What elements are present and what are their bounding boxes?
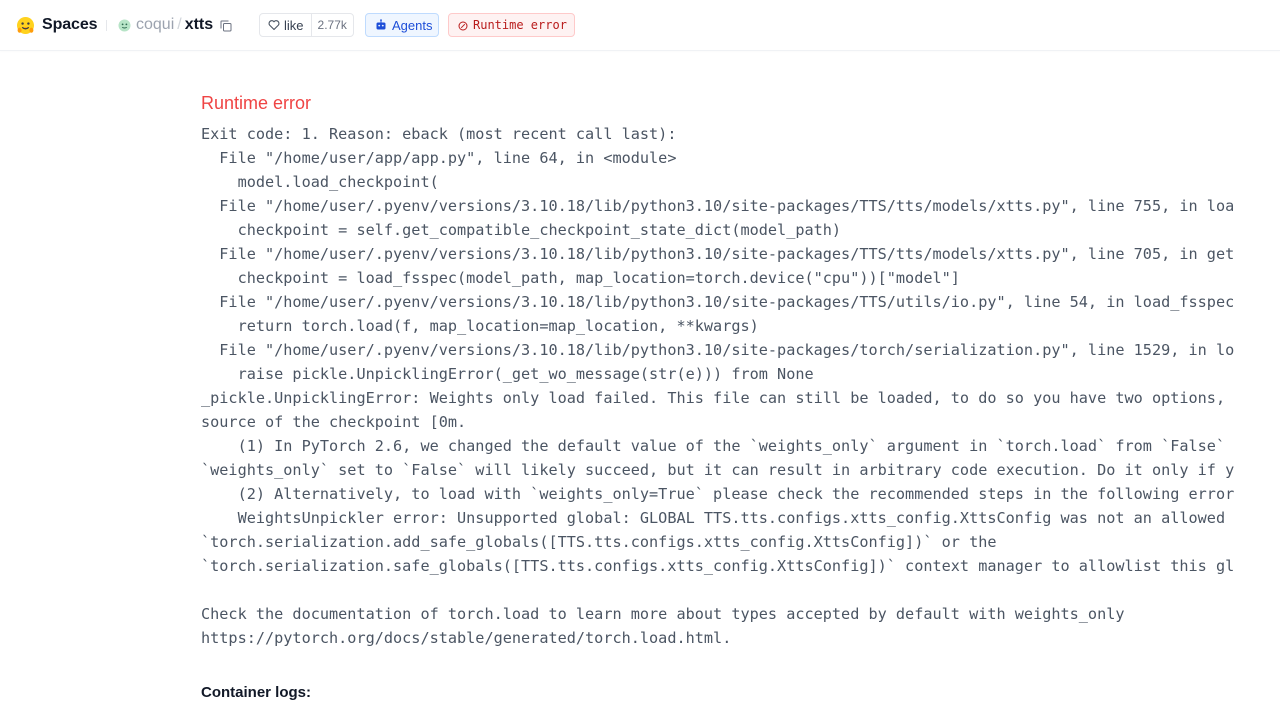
breadcrumb-separator: /	[177, 16, 182, 33]
traceback-line	[201, 578, 1280, 602]
traceback-line: `weights_only` set to `False` will likel…	[201, 461, 1235, 479]
repo-name-link[interactable]: xtts	[185, 16, 213, 34]
org-link[interactable]: coqui	[136, 16, 174, 34]
traceback-line: `torch.serialization.add_safe_globals([T…	[201, 533, 997, 551]
error-circle-icon	[458, 20, 468, 31]
spaces-label: Spaces	[42, 16, 98, 33]
copy-icon[interactable]	[220, 19, 232, 32]
traceback-line: Check the documentation of torch.load to…	[201, 605, 1125, 623]
agents-button[interactable]: Agents	[365, 13, 439, 37]
runtime-status-badge[interactable]: Runtime error	[448, 13, 575, 37]
like-label: like	[284, 17, 304, 33]
traceback-line: _pickle.UnpicklingError: Weights only lo…	[201, 389, 1226, 407]
traceback-line: File "/home/user/.pyenv/versions/3.10.18…	[201, 341, 1235, 359]
traceback-line: checkpoint = load_fsspec(model_path, map…	[201, 269, 960, 287]
traceback-line: File "/home/user/.pyenv/versions/3.10.18…	[201, 245, 1235, 263]
spaces-home-link[interactable]: Spaces	[16, 14, 98, 36]
status-label: Runtime error	[473, 18, 567, 32]
traceback-line: File "/home/user/.pyenv/versions/3.10.18…	[201, 293, 1235, 311]
traceback-line: model.load_checkpoint(	[201, 173, 439, 191]
traceback-line: https://pytorch.org/docs/stable/generate…	[201, 629, 732, 647]
traceback-line: File "/home/user/.pyenv/versions/3.10.18…	[201, 197, 1235, 215]
traceback-line: Exit code: 1. Reason: eback (most recent…	[201, 125, 677, 143]
traceback-line: raise pickle.UnpicklingError(_get_wo_mes…	[201, 365, 814, 383]
agents-label: Agents	[392, 17, 433, 33]
hugging-face-logo-icon	[16, 16, 35, 35]
like-toggle[interactable]: like	[260, 14, 312, 36]
org-avatar-icon	[118, 19, 131, 32]
traceback-line: (2) Alternatively, to load with `weights…	[201, 485, 1235, 503]
header-divider	[106, 20, 107, 31]
traceback-line: source of the checkpoint [0m.	[201, 413, 467, 431]
like-count[interactable]: 2.77k	[312, 14, 353, 36]
traceback-line: File "/home/user/app/app.py", line 64, i…	[201, 149, 677, 167]
robot-icon	[375, 19, 387, 31]
runtime-error-title: Runtime error	[201, 93, 312, 113]
container-logs-heading: Container logs:	[201, 684, 312, 701]
top-header: Spaces coqui / xtts like 2.77k Agents Ru…	[0, 0, 1280, 51]
traceback-line: WeightsUnpickler error: Unsupported glob…	[201, 509, 1226, 527]
traceback-line: `torch.serialization.safe_globals([TTS.t…	[201, 557, 1235, 575]
traceback-line: return torch.load(f, map_location=map_lo…	[201, 317, 759, 335]
traceback-line: (1) In PyTorch 2.6, we changed the defau…	[201, 437, 1226, 455]
traceback-output: Exit code: 1. Reason: eback (most recent…	[201, 122, 1280, 650]
traceback-line: checkpoint = self.get_compatible_checkpo…	[201, 221, 842, 239]
heart-icon	[268, 19, 280, 31]
repo-breadcrumb: coqui / xtts	[118, 14, 232, 36]
like-button[interactable]: like 2.77k	[259, 13, 354, 37]
